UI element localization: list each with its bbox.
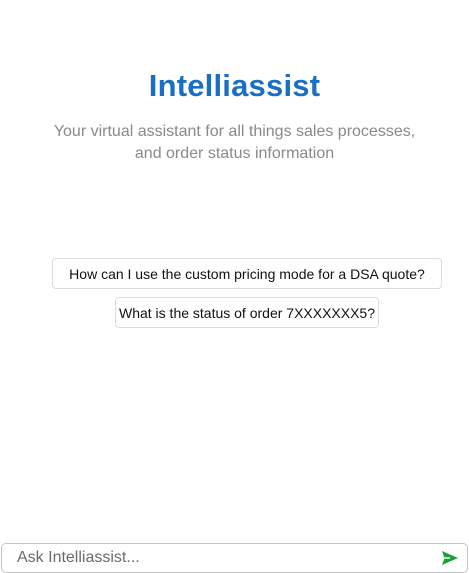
suggestion-label: How can I use the custom pricing mode fo… xyxy=(69,265,425,282)
send-icon xyxy=(442,551,458,565)
ask-input[interactable] xyxy=(2,544,433,572)
subtitle-line-1: Your virtual assistant for all things sa… xyxy=(53,123,416,140)
subtitle-line-2: and order status information xyxy=(134,145,335,162)
app-title: Intelliassist xyxy=(148,68,321,103)
app-subtitle: Your virtual assistant for all things sa… xyxy=(40,121,429,165)
send-button[interactable] xyxy=(433,544,467,572)
suggestion-chip-order-status[interactable]: What is the status of order 7XXXXXXX5? xyxy=(115,297,379,328)
chat-home: Intelliassist Your virtual assistant for… xyxy=(0,0,469,573)
chat-input-bar xyxy=(1,543,468,573)
suggestion-label: What is the status of order 7XXXXXXX5? xyxy=(118,304,376,321)
suggestion-chip-custom-pricing[interactable]: How can I use the custom pricing mode fo… xyxy=(52,258,442,289)
